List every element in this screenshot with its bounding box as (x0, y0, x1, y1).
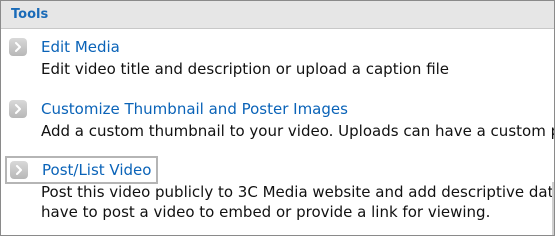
post-list-video-row[interactable]: Post/List Video (5, 156, 159, 184)
chevron-right-icon (9, 38, 27, 56)
customize-thumbnail-row[interactable]: Customize Thumbnail and Poster Images (6, 97, 348, 121)
customize-thumbnail-description: Add a custom thumbnail to your video. Up… (41, 122, 555, 140)
tools-header: Tools (1, 1, 554, 29)
post-list-video-description-line-2: have to post a video to embed or provide… (41, 203, 491, 221)
scrollbar-edge[interactable] (552, 182, 554, 235)
tools-panel: Tools Edit Media Edit video title and de… (0, 0, 555, 236)
post-list-video-link[interactable]: Post/List Video (42, 161, 151, 179)
customize-thumbnail-link[interactable]: Customize Thumbnail and Poster Images (41, 100, 348, 118)
chevron-right-icon (10, 161, 28, 179)
edit-media-row[interactable]: Edit Media (6, 35, 120, 59)
edit-media-description: Edit video title and description or uplo… (41, 60, 450, 78)
post-list-video-description-line-1: Post this video publicly to 3C Media web… (41, 183, 555, 201)
chevron-right-icon (9, 100, 27, 118)
edit-media-link[interactable]: Edit Media (41, 38, 120, 56)
